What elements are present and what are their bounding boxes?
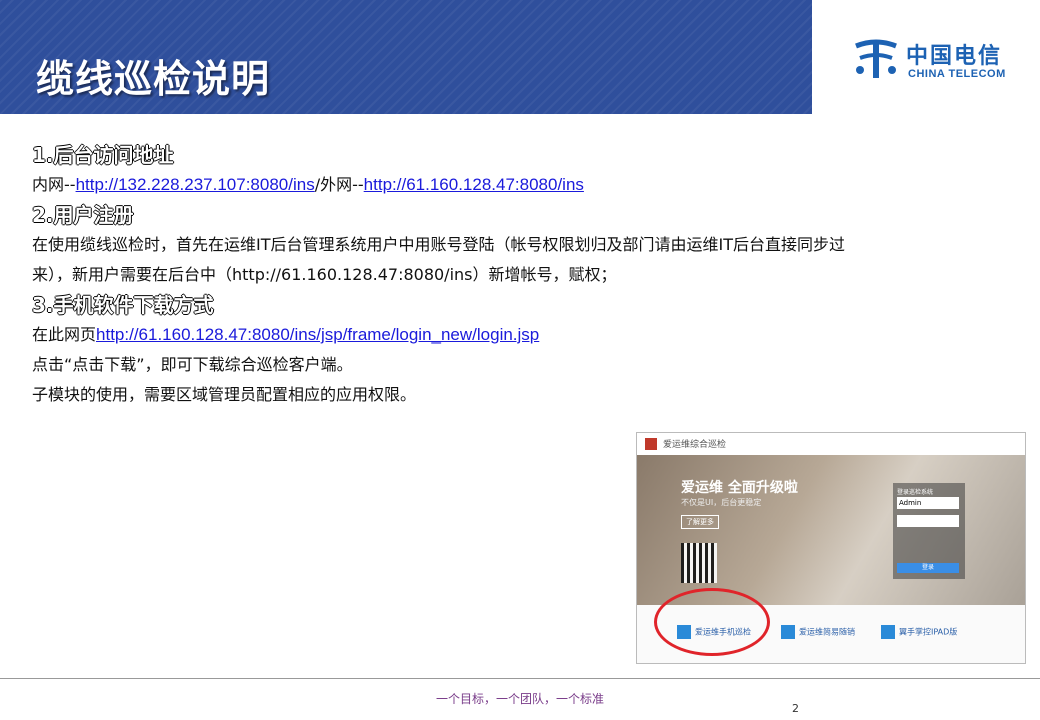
page-number: 2 — [792, 702, 799, 715]
login-button[interactable]: 登录 — [897, 563, 959, 573]
inner-net-link[interactable]: http://132.228.237.107:8080/ins — [76, 175, 315, 194]
header-banner: 缆线巡检说明 — [0, 0, 812, 114]
login-panel: 登录巡检系统 Admin 登录 — [893, 483, 965, 579]
briefcase-icon — [881, 625, 895, 639]
download-instruction: 点击“点击下载”，即可下载综合巡检客户端。 — [32, 355, 353, 374]
app-item-label: 翼手掌控IPAD版 — [899, 627, 958, 637]
app-item-ipad[interactable]: 翼手掌控IPAD版 — [881, 625, 957, 639]
download-prefix: 在此网页 — [32, 325, 97, 344]
footer-slogan: 一个目标，一个团队，一个标准 — [435, 692, 604, 706]
banner-headline: 爱运维 全面升级啦 — [681, 480, 798, 496]
permission-note: 子模块的使用，需要区域管理员配置相应的应用权限。 — [32, 385, 417, 404]
screenshot-banner: 爱运维 全面升级啦 不仅是UI，后台更稳定 了解更多 登录巡检系统 Admin … — [637, 455, 1025, 605]
login-panel-label: 登录巡检系统 — [897, 489, 934, 496]
screenshot-app-title: 爱运维综合巡检 — [663, 440, 727, 450]
china-telecom-logo-icon — [855, 39, 897, 78]
username-field[interactable]: Admin — [897, 497, 959, 509]
outer-net-label: /外网-- — [314, 175, 364, 194]
address-line: 内网--http://132.228.237.107:8080/ins/外网--… — [32, 170, 992, 200]
section-2-heading: 2.用户注册 — [32, 203, 134, 227]
register-text-2: 来），新用户需要在后台中（http://61.160.128.47:8080/i… — [32, 265, 617, 284]
cart-icon — [781, 625, 795, 639]
outer-net-link[interactable]: http://61.160.128.47:8080/ins — [364, 175, 584, 194]
section-3-heading: 3.手机软件下载方式 — [32, 293, 214, 317]
page-title: 缆线巡检说明 — [36, 57, 271, 101]
logo-english-name: CHINA TELECOM — [908, 68, 1006, 80]
screenshot-topbar: 爱运维综合巡检 — [637, 433, 1025, 456]
footer-divider — [0, 678, 1040, 679]
banner-subtitle: 不仅是UI，后台更稳定 — [681, 498, 762, 507]
section-1-heading: 1.后台访问地址 — [32, 143, 174, 167]
download-link[interactable]: http://61.160.128.47:8080/ins/jsp/frame/… — [96, 325, 539, 344]
download-line: 在此网页http://61.160.128.47:8080/ins/jsp/fr… — [32, 320, 992, 350]
app-item-simple-sales[interactable]: 爱运维简易随销 — [781, 625, 855, 639]
inner-net-label: 内网-- — [32, 175, 76, 194]
main-content: 1.后台访问地址 内网--http://132.228.237.107:8080… — [32, 140, 992, 410]
logo-chinese-name: 中国电信 — [906, 44, 1003, 69]
highlight-circle — [654, 588, 770, 656]
app-item-label: 爱运维简易随销 — [799, 627, 855, 637]
app-logo-icon — [645, 438, 657, 450]
password-field[interactable] — [897, 515, 959, 527]
register-text-1: 在使用缆线巡检时，首先在运维IT后台管理系统用户中用账号登陆（帐号权限划归及部门… — [32, 235, 845, 254]
learn-more-button[interactable]: 了解更多 — [681, 515, 719, 529]
qr-code-icon — [681, 543, 717, 583]
